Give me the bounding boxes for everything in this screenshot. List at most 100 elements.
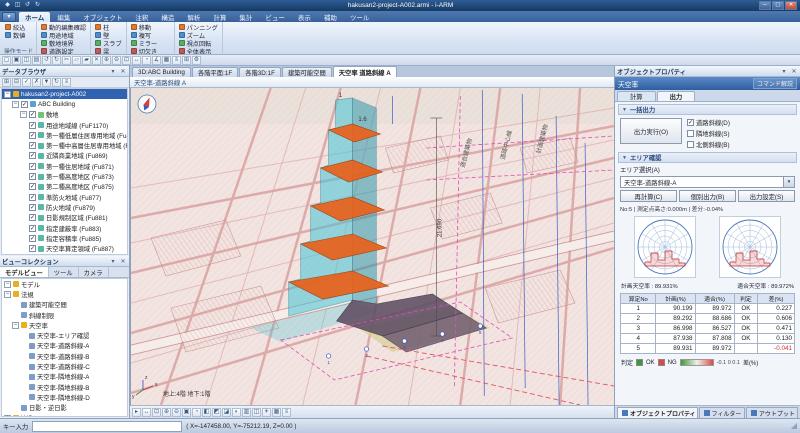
zoom-out-view-icon[interactable]: ⊖ bbox=[172, 408, 181, 417]
ribbon-tab[interactable]: 表示 bbox=[292, 12, 317, 22]
select-mode-icon[interactable]: ▸ bbox=[132, 408, 141, 417]
property-tab[interactable]: 出力 bbox=[657, 91, 696, 101]
tree-item[interactable]: 天空率-エリア確認 bbox=[2, 330, 127, 340]
orbit-view-icon[interactable]: ◔ bbox=[192, 408, 201, 417]
ribbon-tab[interactable]: ホーム bbox=[19, 12, 50, 22]
layers-icon[interactable]: ≡ bbox=[172, 56, 181, 65]
ribbon-tab[interactable]: 注釈 bbox=[129, 12, 154, 22]
cut-icon[interactable]: ✂ bbox=[62, 56, 71, 65]
pan-icon[interactable]: ↔ bbox=[132, 56, 141, 65]
tree-checkbox[interactable]: ✓ bbox=[29, 194, 36, 201]
tree-item[interactable]: ✓用途地域線 (FuF1170) bbox=[2, 120, 127, 130]
tree-checkbox[interactable]: ✓ bbox=[29, 163, 36, 170]
tree-checkbox[interactable]: ✓ bbox=[29, 245, 36, 252]
ribbon-tab[interactable]: ツール bbox=[344, 12, 376, 22]
tree-checkbox[interactable]: ✓ bbox=[29, 111, 36, 118]
tree-item[interactable]: ✓第一種中高層住居専用地域 (Fu867) bbox=[2, 140, 127, 150]
tree-item[interactable]: −法規 bbox=[2, 289, 127, 299]
tree-checkbox[interactable]: ✓ bbox=[29, 225, 36, 232]
bottom-tab[interactable]: アウトプット bbox=[746, 407, 798, 418]
save-icon[interactable]: ◫ bbox=[13, 1, 22, 10]
save-file-icon[interactable]: ◫ bbox=[22, 56, 31, 65]
tree-item[interactable]: −✓敷地 bbox=[2, 110, 127, 120]
bottom-tab[interactable]: オブジェクトプロパティ bbox=[617, 407, 698, 418]
maximize-button[interactable]: ▢ bbox=[772, 1, 784, 10]
front-view-icon[interactable]: ◧ bbox=[202, 408, 211, 417]
tree-checkbox[interactable]: ✓ bbox=[29, 142, 36, 149]
tree-item[interactable]: ✓指定建蔽率 (Fu883) bbox=[2, 223, 127, 233]
panel-menu-icon[interactable]: ▾ bbox=[780, 68, 788, 75]
panel-menu-icon[interactable]: ▾ bbox=[109, 258, 117, 265]
tree-settings-icon[interactable]: ≡ bbox=[62, 78, 71, 87]
tree-item[interactable]: +LVS bbox=[2, 413, 127, 417]
tree-checkbox[interactable]: ✓ bbox=[29, 173, 36, 180]
settings-icon[interactable]: ⚙ bbox=[192, 56, 201, 65]
shading-icon[interactable]: ◐ bbox=[232, 408, 241, 417]
sun-study-icon[interactable]: ☀ bbox=[262, 408, 271, 417]
document-tab[interactable]: 天空率 道路斜線 A bbox=[333, 66, 397, 77]
document-tab[interactable]: 各階3D:1F bbox=[239, 67, 281, 77]
panel-menu-icon[interactable]: ▾ bbox=[109, 68, 117, 75]
tree-item[interactable]: 天空率-隣地斜線-B bbox=[2, 382, 127, 392]
command-help-button[interactable]: コマンド解説 bbox=[753, 78, 797, 89]
app-menu-button[interactable]: ▾ bbox=[2, 12, 16, 22]
tree-item[interactable]: ✓第一種低層住居専用地域 (Fu865) bbox=[2, 130, 127, 140]
tree-item[interactable]: −hakusan2-project-A002 bbox=[2, 89, 127, 99]
redo-icon[interactable]: ↻ bbox=[33, 1, 42, 10]
tree-checkbox[interactable]: ✓ bbox=[29, 204, 36, 211]
app-icon[interactable]: ◆ bbox=[3, 1, 12, 10]
panel-close-icon[interactable]: ✕ bbox=[119, 258, 127, 265]
orbit-icon[interactable]: ◔ bbox=[142, 56, 151, 65]
checkbox-row[interactable]: ✓道路斜線(D) bbox=[687, 118, 730, 127]
tree-checkbox[interactable]: ✓ bbox=[29, 122, 36, 129]
collapse-all-icon[interactable]: ⊟ bbox=[12, 78, 21, 87]
paste-icon[interactable]: ▰ bbox=[82, 56, 91, 65]
uncheck-all-icon[interactable]: ✗ bbox=[32, 78, 41, 87]
zoom-in-icon[interactable]: ⊕ bbox=[102, 56, 111, 65]
ribbon-tab[interactable]: 編集 bbox=[51, 12, 76, 22]
zoom-fit-icon[interactable]: ⊡ bbox=[122, 56, 131, 65]
area-select-dropdown[interactable]: 天空率-道路斜線-A ▼ bbox=[620, 176, 795, 188]
document-tab[interactable]: 各階平面:1F bbox=[192, 67, 238, 77]
grid-toggle-icon[interactable]: ▦ bbox=[272, 408, 281, 417]
refresh-icon[interactable]: ↻ bbox=[52, 78, 61, 87]
print-icon[interactable]: ▤ bbox=[32, 56, 41, 65]
ribbon-tab[interactable]: 補助 bbox=[318, 12, 343, 22]
collection-tab[interactable]: カメラ bbox=[79, 267, 109, 277]
tree-item[interactable]: 天空率-道路斜線-A bbox=[2, 341, 127, 351]
pan-view-icon[interactable]: ↔ bbox=[142, 408, 151, 417]
area-button[interactable]: 再計算(C) bbox=[620, 190, 677, 202]
minimize-button[interactable]: ─ bbox=[759, 1, 771, 10]
undo-action-icon[interactable]: ↺ bbox=[42, 56, 51, 65]
area-button[interactable]: 出力設定(S) bbox=[738, 190, 795, 202]
table-row[interactable]: 289.29288.686OK0.606 bbox=[621, 314, 795, 324]
tree-item[interactable]: −天空率 bbox=[2, 320, 127, 330]
resize-grip[interactable]: ◢ bbox=[791, 422, 797, 430]
tree-item[interactable]: 天空率-隣地斜線-D bbox=[2, 392, 127, 402]
tree-item[interactable]: 天空率-隣地斜線-A bbox=[2, 372, 127, 382]
undo-icon[interactable]: ↺ bbox=[23, 1, 32, 10]
tree-checkbox[interactable]: ✓ bbox=[29, 132, 36, 139]
key-input[interactable] bbox=[32, 421, 182, 432]
snap-icon[interactable]: ⊞ bbox=[182, 56, 191, 65]
redo-action-icon[interactable]: ↻ bbox=[52, 56, 61, 65]
zoom-in-view-icon[interactable]: ⊕ bbox=[162, 408, 171, 417]
tree-checkbox[interactable]: ✓ bbox=[29, 152, 36, 159]
zoom-out-icon[interactable]: ⊖ bbox=[112, 56, 121, 65]
ribbon-tab[interactable]: オブジェクト bbox=[77, 12, 128, 22]
property-tab[interactable]: 計算 bbox=[617, 91, 656, 101]
tree-checkbox[interactable]: ✓ bbox=[29, 183, 36, 190]
zoom-window-icon[interactable]: ⊡ bbox=[152, 408, 161, 417]
collection-tab[interactable]: ツール bbox=[49, 267, 79, 277]
check-all-icon[interactable]: ✓ bbox=[22, 78, 31, 87]
ribbon-tab[interactable]: 構造 bbox=[155, 12, 180, 22]
ribbon-button[interactable]: 数値 bbox=[4, 31, 26, 39]
section-area-confirm[interactable]: ▼ エリア確認 bbox=[618, 152, 797, 163]
tree-checkbox[interactable]: ✓ bbox=[29, 214, 36, 221]
panel-close-icon[interactable]: ✕ bbox=[119, 68, 127, 75]
ribbon-tab[interactable]: 解析 bbox=[181, 12, 206, 22]
panel-close-icon[interactable]: ✕ bbox=[790, 68, 798, 75]
checkbox-row[interactable]: 隣地斜線(S) bbox=[687, 129, 730, 138]
checkbox-row[interactable]: 北側斜線(B) bbox=[687, 140, 730, 149]
area-button[interactable]: 個別出力(B) bbox=[679, 190, 736, 202]
